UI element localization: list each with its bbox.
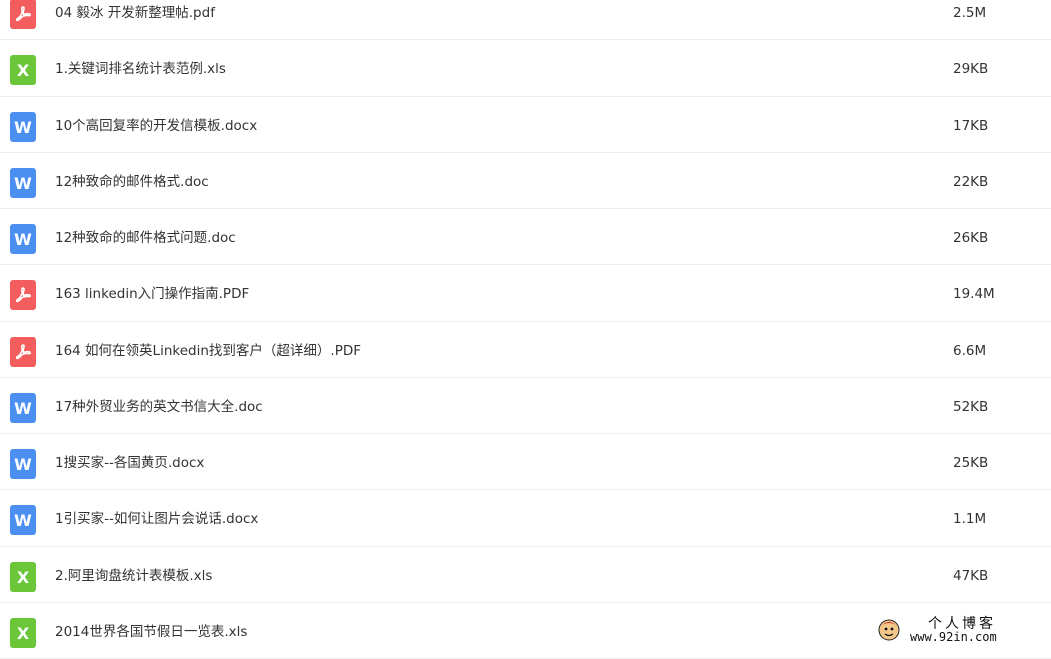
word-icon: W: [10, 168, 36, 198]
pdf-icon: [10, 280, 36, 310]
file-size: 1.1M: [953, 511, 987, 527]
file-row[interactable]: 164 如何在领英Linkedin找到客户（超详细）.PDF 6.6M: [0, 322, 1051, 378]
file-name[interactable]: 163 linkedin入门操作指南.PDF: [55, 285, 249, 303]
file-name[interactable]: 164 如何在领英Linkedin找到客户（超详细）.PDF: [55, 342, 361, 360]
file-name[interactable]: 1搜买家--各国黄页.docx: [55, 454, 204, 472]
file-row[interactable]: W 12种致命的邮件格式问题.doc 26KB: [0, 209, 1051, 265]
file-name[interactable]: 10个高回复率的开发信模板.docx: [55, 117, 257, 135]
pdf-icon: [10, 337, 36, 367]
file-name[interactable]: 12种致命的邮件格式.doc: [55, 173, 209, 191]
file-size: 19.4M: [953, 286, 995, 302]
excel-icon: X: [10, 562, 36, 592]
excel-icon: X: [10, 618, 36, 648]
watermark: 个人博客 www.92in.com: [876, 613, 1036, 649]
file-row[interactable]: W 10个高回复率的开发信模板.docx 17KB: [0, 97, 1051, 153]
file-size: 25KB: [953, 455, 989, 471]
file-list: 04 毅冰 开发新整理帖.pdf 2.5M X 1.关键词排名统计表范例.xls 29K…: [0, 0, 1051, 659]
file-name[interactable]: 17种外贸业务的英文书信大全.doc: [55, 398, 263, 416]
file-size: 47KB: [953, 568, 989, 584]
word-icon: W: [10, 449, 36, 479]
file-row[interactable]: W 1搜买家--各国黄页.docx 25KB: [0, 434, 1051, 490]
file-name[interactable]: 04 毅冰 开发新整理帖.pdf: [55, 4, 215, 22]
file-row[interactable]: X 2.阿里询盘统计表模板.xls 47KB: [0, 547, 1051, 603]
word-icon: W: [10, 224, 36, 254]
excel-icon: X: [10, 55, 36, 85]
file-size: 17KB: [953, 118, 989, 134]
file-row[interactable]: X 1.关键词排名统计表范例.xls 29KB: [0, 40, 1051, 97]
file-name[interactable]: 12种致命的邮件格式问题.doc: [55, 229, 236, 247]
file-row[interactable]: W 1引买家--如何让图片会说话.docx 1.1M: [0, 490, 1051, 547]
file-size: 52KB: [953, 399, 989, 415]
avatar: [878, 619, 900, 641]
file-size: 26KB: [953, 230, 989, 246]
word-icon: W: [10, 112, 36, 142]
file-row[interactable]: W 12种致命的邮件格式.doc 22KB: [0, 153, 1051, 209]
word-icon: W: [10, 393, 36, 423]
file-row[interactable]: 163 linkedin入门操作指南.PDF 19.4M: [0, 265, 1051, 322]
word-icon: W: [10, 505, 36, 535]
file-size: 2.5M: [953, 5, 987, 21]
file-row[interactable]: W 17种外贸业务的英文书信大全.doc 52KB: [0, 378, 1051, 434]
pdf-icon: [10, 0, 36, 29]
file-name[interactable]: 2.阿里询盘统计表模板.xls: [55, 567, 212, 585]
file-size: 22KB: [953, 174, 989, 190]
file-name[interactable]: 1.关键词排名统计表范例.xls: [55, 60, 226, 78]
file-size: 29KB: [953, 61, 989, 77]
file-name[interactable]: 2014世界各国节假日一览表.xls: [55, 623, 247, 641]
watermark-url: www.92in.com: [910, 630, 997, 644]
file-row[interactable]: 04 毅冰 开发新整理帖.pdf 2.5M: [0, 0, 1051, 40]
file-size: 6.6M: [953, 343, 987, 359]
file-name[interactable]: 1引买家--如何让图片会说话.docx: [55, 510, 258, 528]
